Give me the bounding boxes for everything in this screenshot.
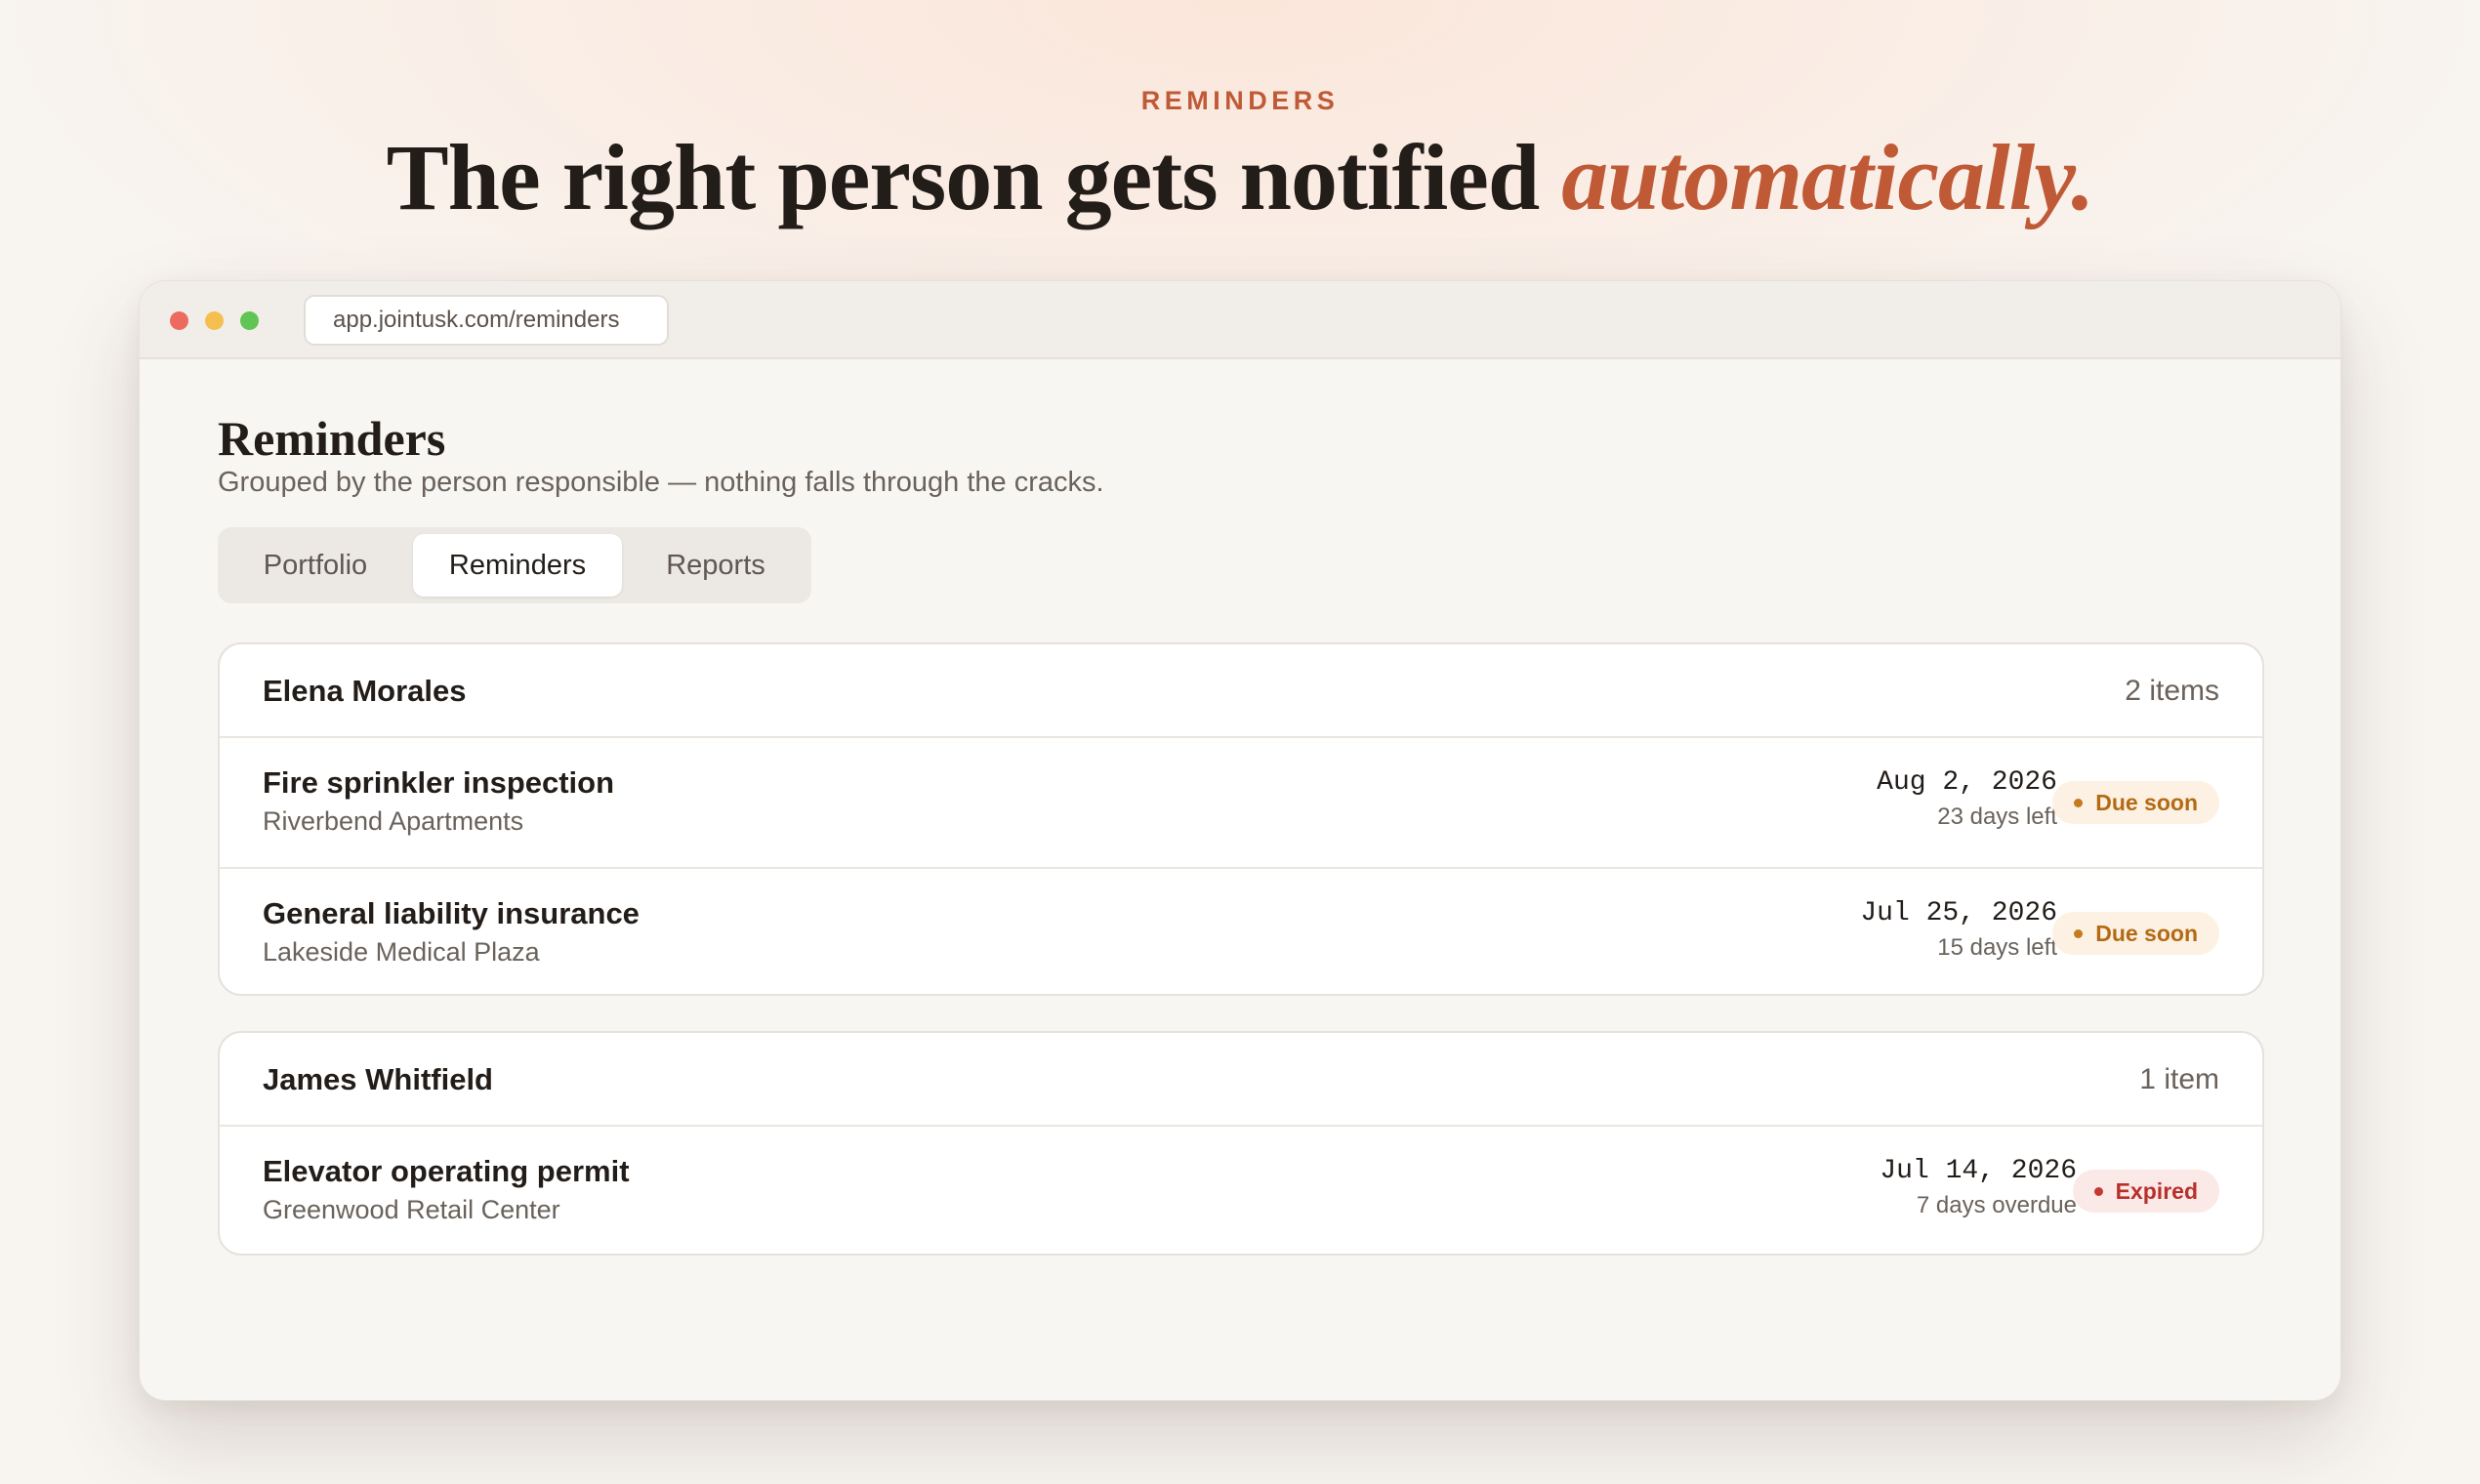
reminder-title: Elevator operating permit — [263, 1154, 630, 1188]
page-subtitle: Grouped by the person responsible — noth… — [218, 467, 1104, 498]
status-dot-icon — [2093, 1187, 2103, 1196]
days-remaining: 15 days left — [1937, 934, 2057, 961]
headline-accent: automatically. — [1561, 125, 2094, 229]
reminder-row[interactable]: General liability insurance Lakeside Med… — [220, 867, 2262, 994]
due-date-block: Jul 14, 2026 7 days overdue — [1880, 1156, 2077, 1219]
hero-headline: The right person gets notified automatic… — [0, 123, 2480, 231]
status-dot-icon — [2074, 799, 2084, 807]
reminder-property: Lakeside Medical Plaza — [263, 937, 540, 967]
due-date: Aug 2, 2026 — [1877, 767, 2057, 798]
days-overdue: 7 days overdue — [1916, 1192, 2077, 1218]
browser-window: app.jointusk.com/reminders Reminders Gro… — [139, 280, 2341, 1401]
reminder-property: Riverbend Apartments — [263, 806, 524, 836]
status-badge: Expired — [2072, 1170, 2219, 1213]
minimize-window-dot-icon[interactable] — [205, 311, 224, 330]
reminder-row[interactable]: Elevator operating permit Greenwood Reta… — [220, 1127, 2262, 1254]
reminder-title: Fire sprinkler inspection — [263, 765, 615, 800]
status-dot-icon — [2074, 929, 2084, 938]
due-date-block: Jul 25, 2026 15 days left — [1860, 898, 2057, 962]
due-date-block: Aug 2, 2026 23 days left — [1877, 767, 2057, 831]
due-date: Jul 14, 2026 — [1880, 1156, 2077, 1186]
maximize-window-dot-icon[interactable] — [240, 311, 259, 330]
tab-reminders[interactable]: Reminders — [413, 534, 622, 597]
owner-group: James Whitfield 1 item Elevator operatin… — [218, 1031, 2264, 1256]
reminder-title: General liability insurance — [263, 896, 640, 930]
days-remaining: 23 days left — [1937, 804, 2057, 830]
owner-name: James Whitfield — [263, 1062, 493, 1096]
owner-group-header: James Whitfield 1 item — [220, 1033, 2262, 1127]
owner-group: Elena Morales 2 items Fire sprinkler ins… — [218, 642, 2264, 996]
reminder-row[interactable]: Fire sprinkler inspection Riverbend Apar… — [220, 738, 2262, 867]
close-window-dot-icon[interactable] — [170, 311, 188, 330]
headline-main: The right person gets notified — [386, 125, 1562, 229]
page-title: Reminders — [218, 411, 446, 466]
reminder-property: Greenwood Retail Center — [263, 1195, 560, 1224]
item-count: 1 item — [2139, 1063, 2219, 1095]
hero-eyebrow: REMINDERS — [1140, 86, 1340, 115]
item-count: 2 items — [2125, 675, 2219, 707]
status-label: Expired — [2115, 1178, 2198, 1204]
view-tabs: Portfolio Reminders Reports — [218, 527, 811, 603]
status-label: Due soon — [2095, 790, 2198, 815]
tab-reports[interactable]: Reports — [628, 534, 804, 597]
due-date: Jul 25, 2026 — [1860, 898, 2057, 928]
status-label: Due soon — [2095, 921, 2198, 946]
browser-titlebar: app.jointusk.com/reminders — [140, 281, 2340, 359]
owner-group-header: Elena Morales 2 items — [220, 644, 2262, 738]
status-badge: Due soon — [2052, 781, 2219, 824]
owner-name: Elena Morales — [263, 674, 467, 708]
tab-portfolio[interactable]: Portfolio — [226, 534, 405, 597]
url-bar[interactable]: app.jointusk.com/reminders — [304, 295, 669, 346]
status-badge: Due soon — [2052, 912, 2219, 955]
